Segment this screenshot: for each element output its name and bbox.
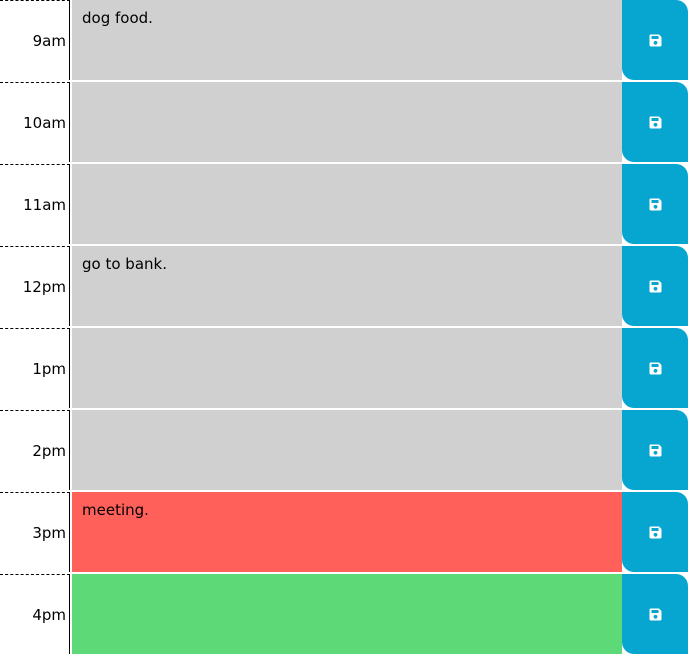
floppy-disk-icon [649,116,661,128]
save-button[interactable] [622,82,688,162]
hour-label: 2pm [0,410,70,490]
floppy-disk-icon [649,362,661,374]
floppy-disk-icon [649,526,661,538]
floppy-disk-icon [649,198,661,210]
hour-label: 1pm [0,328,70,408]
hour-label: 11am [0,164,70,244]
floppy-disk-icon [649,444,661,456]
event-textarea[interactable]: go to bank. [72,246,622,326]
save-button[interactable] [622,164,688,244]
time-block-1pm: 1pm [0,328,688,408]
floppy-disk-icon [649,608,661,620]
event-textarea[interactable] [72,82,622,162]
event-textarea[interactable]: meeting. [72,492,622,572]
time-block-3pm: 3pm meeting. [0,492,688,572]
save-button[interactable] [622,410,688,490]
save-button[interactable] [622,574,688,654]
event-textarea[interactable] [72,164,622,244]
save-button[interactable] [622,328,688,408]
hour-label: 10am [0,82,70,162]
save-button[interactable] [622,246,688,326]
hour-label: 9am [0,0,70,80]
time-block-4pm: 4pm [0,574,688,654]
day-planner: 9am dog food. 10am 11am 12pm go to bank.… [0,0,688,657]
event-textarea[interactable] [72,328,622,408]
hour-label: 4pm [0,574,70,654]
time-block-2pm: 2pm [0,410,688,490]
time-block-9am: 9am dog food. [0,0,688,80]
time-block-11am: 11am [0,164,688,244]
hour-label: 3pm [0,492,70,572]
time-block-12pm: 12pm go to bank. [0,246,688,326]
time-block-10am: 10am [0,82,688,162]
floppy-disk-icon [649,34,661,46]
event-textarea[interactable]: dog food. [72,0,622,80]
hour-label: 12pm [0,246,70,326]
event-textarea[interactable] [72,410,622,490]
save-button[interactable] [622,492,688,572]
save-button[interactable] [622,0,688,80]
event-textarea[interactable] [72,574,622,654]
floppy-disk-icon [649,280,661,292]
